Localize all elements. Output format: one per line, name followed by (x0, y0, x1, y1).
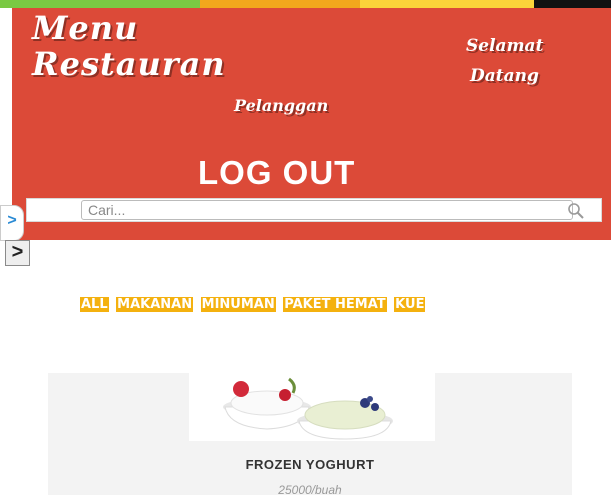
search-icon[interactable] (565, 201, 587, 221)
logout-button[interactable]: LOG OUT (198, 154, 355, 192)
greeting-line-1: Selamat (466, 36, 544, 56)
category-minuman[interactable]: MINUMAN (200, 297, 276, 312)
strip-green (0, 0, 200, 8)
strip-yellow (360, 0, 534, 8)
search-input[interactable] (81, 200, 573, 220)
brand-line-1: Menu (32, 9, 139, 47)
greeting-line-3: Pelanggan (234, 96, 329, 115)
brand-line-2: Restauran (32, 45, 226, 83)
category-paket-hemat[interactable]: PAKET HEMAT (283, 297, 387, 312)
side-panel-toggle[interactable]: > (0, 205, 24, 241)
category-menu: ALL MAKANAN MINUMAN PAKET HEMAT KUE (80, 297, 520, 312)
category-kue[interactable]: KUE (394, 297, 426, 312)
top-color-strip (0, 0, 611, 8)
strip-orange (200, 0, 360, 8)
frozen-yoghurt-image (189, 373, 435, 441)
header-banner: Menu Restauran Selamat Datang Pelanggan … (12, 8, 611, 240)
search-bar (26, 198, 602, 222)
greeting-line-2: Datang (470, 66, 539, 86)
product-name: FROZEN YOGHURT (245, 457, 375, 472)
category-makanan[interactable]: MAKANAN (116, 297, 194, 312)
expand-toggle[interactable]: > (5, 240, 30, 266)
strip-black (534, 0, 611, 8)
brand-title: Menu Restauran (32, 10, 226, 82)
product-card[interactable]: FROZEN YOGHURT 25000/buah (48, 373, 572, 497)
category-all[interactable]: ALL (80, 297, 109, 312)
